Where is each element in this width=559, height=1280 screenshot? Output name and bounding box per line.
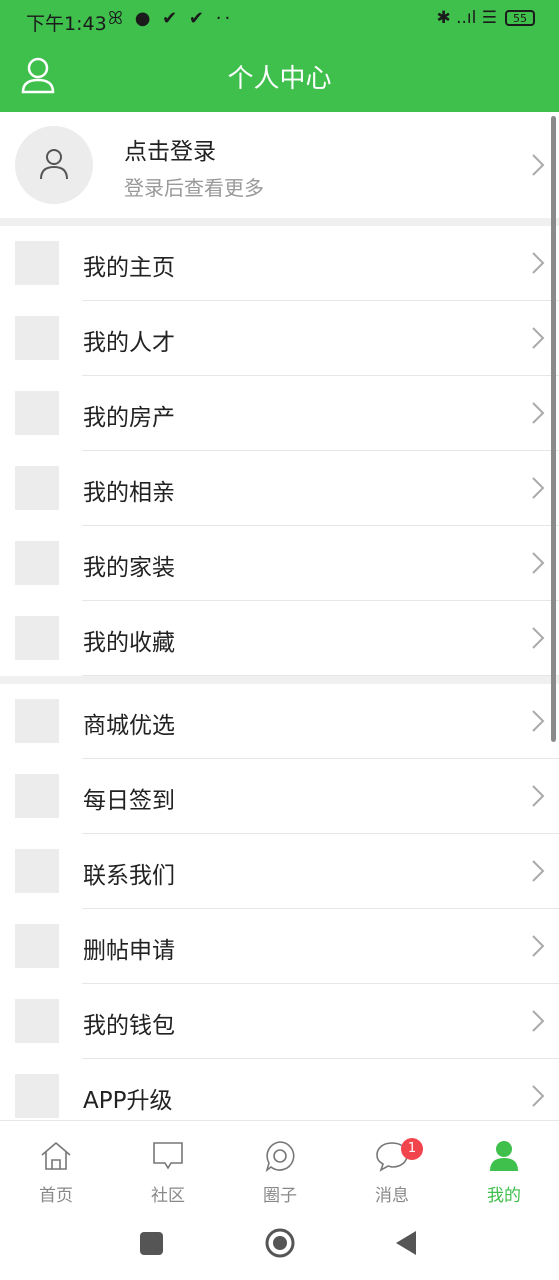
tab-circle[interactable]: 圈子: [224, 1121, 336, 1211]
list-item[interactable]: 我的人才: [0, 301, 559, 376]
login-title: 点击登录: [124, 139, 216, 165]
menu-item-icon: [15, 849, 59, 893]
home-button[interactable]: [264, 1227, 296, 1259]
chevron-right-icon: [532, 1085, 545, 1107]
list-item[interactable]: 我的相亲: [0, 451, 559, 526]
menu-item-icon: [15, 616, 59, 660]
list-item[interactable]: 我的钱包: [0, 984, 559, 1059]
chevron-right-icon: [532, 252, 545, 274]
tab-home[interactable]: 首页: [0, 1121, 112, 1211]
menu-item-label: 删帖申请: [83, 938, 175, 964]
chevron-right-icon: [532, 785, 545, 807]
list-item[interactable]: 联系我们: [0, 834, 559, 909]
main-content[interactable]: 点击登录 登录后查看更多 我的主页我的人才我的房产我的相亲我的家装我的收藏 商城…: [0, 112, 559, 1120]
tab-label: 消息: [375, 1186, 409, 1206]
back-button[interactable]: [394, 1230, 418, 1256]
list-item[interactable]: 删帖申请: [0, 909, 559, 984]
menu-item-icon: [15, 391, 59, 435]
recent-apps-button[interactable]: [140, 1232, 163, 1255]
notification-icons: ꕤ ● ✔ ✔ ··: [108, 8, 234, 29]
list-item[interactable]: 我的收藏: [0, 601, 559, 676]
page-title: 个人中心: [227, 64, 332, 94]
system-nav-bar: [0, 1210, 559, 1280]
status-time: 下午1:43: [26, 13, 107, 35]
chevron-right-icon: [532, 710, 545, 732]
tab-community[interactable]: 社区: [112, 1121, 224, 1211]
menu-item-icon: [15, 999, 59, 1043]
list-item[interactable]: 每日签到: [0, 759, 559, 834]
menu-item-icon: [15, 466, 59, 510]
chevron-right-icon: [532, 552, 545, 574]
login-subtitle: 登录后查看更多: [124, 176, 264, 200]
tab-messages[interactable]: 1 消息: [336, 1121, 448, 1211]
tab-label: 圈子: [263, 1186, 297, 1206]
chevron-right-icon: [532, 402, 545, 424]
menu-item-label: 我的主页: [83, 255, 175, 281]
menu-item-label: 我的家装: [83, 555, 175, 581]
signal-icons: ✱ ..ıl ☰: [436, 8, 497, 28]
menu-item-icon: [15, 924, 59, 968]
menu-item-icon: [15, 699, 59, 743]
home-icon: [41, 1141, 71, 1170]
menu-item-label: 联系我们: [83, 863, 175, 889]
tab-label: 首页: [39, 1186, 73, 1206]
menu-item-icon: [15, 316, 59, 360]
menu-item-label: 每日签到: [83, 788, 175, 814]
menu-item-icon: [15, 774, 59, 818]
menu-item-label: 我的人才: [83, 330, 175, 356]
home-circle-icon: [265, 1228, 295, 1258]
chevron-right-icon: [532, 327, 545, 349]
status-bar: 下午1:43 ꕤ ● ✔ ✔ ·· ✱ ..ıl ☰ 55: [0, 0, 559, 42]
scrollbar[interactable]: [551, 116, 556, 742]
community-icon: [153, 1142, 183, 1170]
tab-label: 社区: [151, 1186, 185, 1206]
menu-item-label: 我的房产: [83, 405, 175, 431]
list-item[interactable]: 商城优选: [0, 684, 559, 759]
header: 个人中心: [0, 42, 559, 112]
section-divider: [0, 218, 559, 226]
menu-item-icon: [15, 1074, 59, 1118]
chevron-right-icon: [532, 154, 545, 176]
login-row[interactable]: 点击登录 登录后查看更多: [0, 112, 559, 218]
circle-icon: [265, 1141, 295, 1173]
chevron-right-icon: [532, 627, 545, 649]
list-item[interactable]: 我的房产: [0, 376, 559, 451]
status-right: ✱ ..ıl ☰ 55: [436, 8, 535, 28]
menu-item-label: 我的收藏: [83, 630, 175, 656]
user-icon: [490, 1141, 518, 1171]
list-item[interactable]: APP升级: [0, 1059, 559, 1120]
top-bar: 下午1:43 ꕤ ● ✔ ✔ ·· ✱ ..ıl ☰ 55 个人中心: [0, 0, 559, 112]
chevron-right-icon: [532, 935, 545, 957]
list-item[interactable]: 我的主页: [0, 226, 559, 301]
back-icon: [396, 1231, 416, 1255]
menu-item-icon: [15, 541, 59, 585]
menu-item-label: 我的钱包: [83, 1013, 175, 1039]
battery-level: 55: [513, 11, 527, 25]
section-divider: [0, 676, 559, 684]
menu-item-icon: [15, 241, 59, 285]
tab-mine[interactable]: 我的: [448, 1121, 559, 1211]
tab-label: 我的: [487, 1186, 521, 1206]
message-badge: 1: [401, 1138, 423, 1160]
chevron-right-icon: [532, 860, 545, 882]
chevron-right-icon: [532, 477, 545, 499]
chevron-right-icon: [532, 1010, 545, 1032]
list-item[interactable]: 我的家装: [0, 526, 559, 601]
avatar: [15, 126, 93, 204]
avatar-icon: [40, 149, 68, 180]
menu-item-label: 商城优选: [83, 713, 175, 739]
menu-item-label: 我的相亲: [83, 480, 175, 506]
tab-bar: 首页 社区 圈子 1 消息 我的: [0, 1120, 559, 1211]
battery-icon: 55: [505, 10, 535, 26]
menu-item-label: APP升级: [83, 1088, 173, 1114]
